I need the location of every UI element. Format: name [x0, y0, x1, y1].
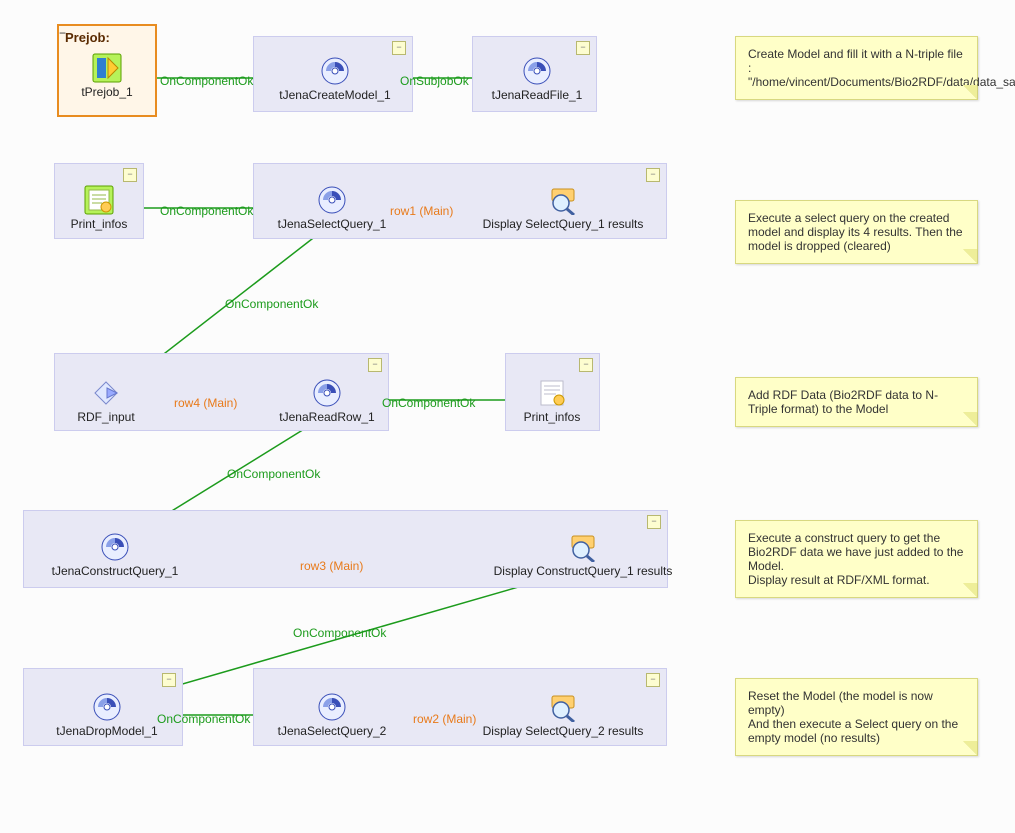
note-1[interactable]: Create Model and fill it with a N-triple…: [735, 36, 978, 100]
node-label: tJenaReadFile_1: [492, 88, 583, 102]
note-3[interactable]: Add RDF Data (Bio2RDF data to N-Triple f…: [735, 377, 978, 427]
jena-icon: [317, 185, 347, 215]
node-tprejob[interactable]: tPrejob_1: [78, 53, 136, 99]
node-drop-model[interactable]: tJenaDropModel_1: [42, 692, 172, 738]
lens-icon: [548, 185, 578, 215]
prejob-title: Prejob:: [65, 30, 110, 45]
jena-icon: [100, 532, 130, 562]
node-label: Print_infos: [71, 217, 128, 231]
node-label: RDF_input: [77, 410, 134, 424]
node-display-select-2[interactable]: Display SelectQuery_2 results: [463, 692, 663, 738]
jena-icon: [92, 692, 122, 722]
lens-icon: [548, 692, 578, 722]
edge-label: OnComponentOk: [382, 396, 475, 410]
minimize-icon[interactable]: −: [576, 41, 590, 55]
jena-icon: [312, 378, 342, 408]
print-icon: [84, 185, 114, 215]
jena-icon: [320, 56, 350, 86]
jena-icon: [317, 692, 347, 722]
node-label: tJenaDropModel_1: [56, 724, 157, 738]
edge-label: OnComponentOk: [157, 712, 250, 726]
node-read-row[interactable]: tJenaReadRow_1: [272, 378, 382, 424]
minimize-icon[interactable]: −: [646, 168, 660, 182]
edge-label: OnSubjobOk: [400, 74, 469, 88]
node-label: tJenaSelectQuery_2: [278, 724, 387, 738]
node-print-infos-2[interactable]: Print_infos: [520, 378, 584, 424]
node-display-select-1[interactable]: Display SelectQuery_1 results: [463, 185, 663, 231]
lens-icon: [568, 532, 598, 562]
print-icon: [537, 378, 567, 408]
note-4[interactable]: Execute a construct query to get the Bio…: [735, 520, 978, 598]
prejob-icon: [92, 53, 122, 83]
edge-label: row2 (Main): [413, 712, 476, 726]
node-label: tJenaSelectQuery_1: [278, 217, 387, 231]
node-label: tJenaCreateModel_1: [279, 88, 390, 102]
minimize-icon[interactable]: −: [123, 168, 137, 182]
edge-label: OnComponentOk: [160, 204, 253, 218]
node-label: Display SelectQuery_1 results: [483, 217, 644, 231]
edge-label: OnComponentOk: [293, 626, 386, 640]
node-label: Display ConstructQuery_1 results: [494, 564, 673, 578]
edge-label: OnComponentOk: [227, 467, 320, 481]
minimize-icon[interactable]: −: [162, 673, 176, 687]
node-label: tPrejob_1: [81, 85, 132, 99]
note-2[interactable]: Execute a select query on the created mo…: [735, 200, 978, 264]
minimize-icon[interactable]: −: [368, 358, 382, 372]
rdf-icon: [91, 378, 121, 408]
node-select-query-1[interactable]: tJenaSelectQuery_1: [272, 185, 392, 231]
node-construct-query[interactable]: tJenaConstructQuery_1: [40, 532, 190, 578]
minimize-icon[interactable]: −: [392, 41, 406, 55]
edge-label: OnComponentOk: [225, 297, 318, 311]
node-label: tJenaConstructQuery_1: [52, 564, 179, 578]
minimize-icon[interactable]: −: [646, 673, 660, 687]
minimize-icon[interactable]: −: [579, 358, 593, 372]
edge-label: OnComponentOk: [160, 74, 253, 88]
node-label: tJenaReadRow_1: [279, 410, 374, 424]
jena-icon: [522, 56, 552, 86]
node-display-construct[interactable]: Display ConstructQuery_1 results: [478, 532, 688, 578]
node-label: Display SelectQuery_2 results: [483, 724, 644, 738]
note-5[interactable]: Reset the Model (the model is now empty)…: [735, 678, 978, 756]
node-read-file[interactable]: tJenaReadFile_1: [487, 56, 587, 102]
minimize-icon[interactable]: −: [647, 515, 661, 529]
node-create-model[interactable]: tJenaCreateModel_1: [275, 56, 395, 102]
edge-label: row3 (Main): [300, 559, 363, 573]
node-label: Print_infos: [524, 410, 581, 424]
node-rdf-input[interactable]: RDF_input: [71, 378, 141, 424]
node-select-query-2[interactable]: tJenaSelectQuery_2: [272, 692, 392, 738]
node-print-infos-1[interactable]: Print_infos: [67, 185, 131, 231]
edge-label: row1 (Main): [390, 204, 453, 218]
edge-label: row4 (Main): [174, 396, 237, 410]
